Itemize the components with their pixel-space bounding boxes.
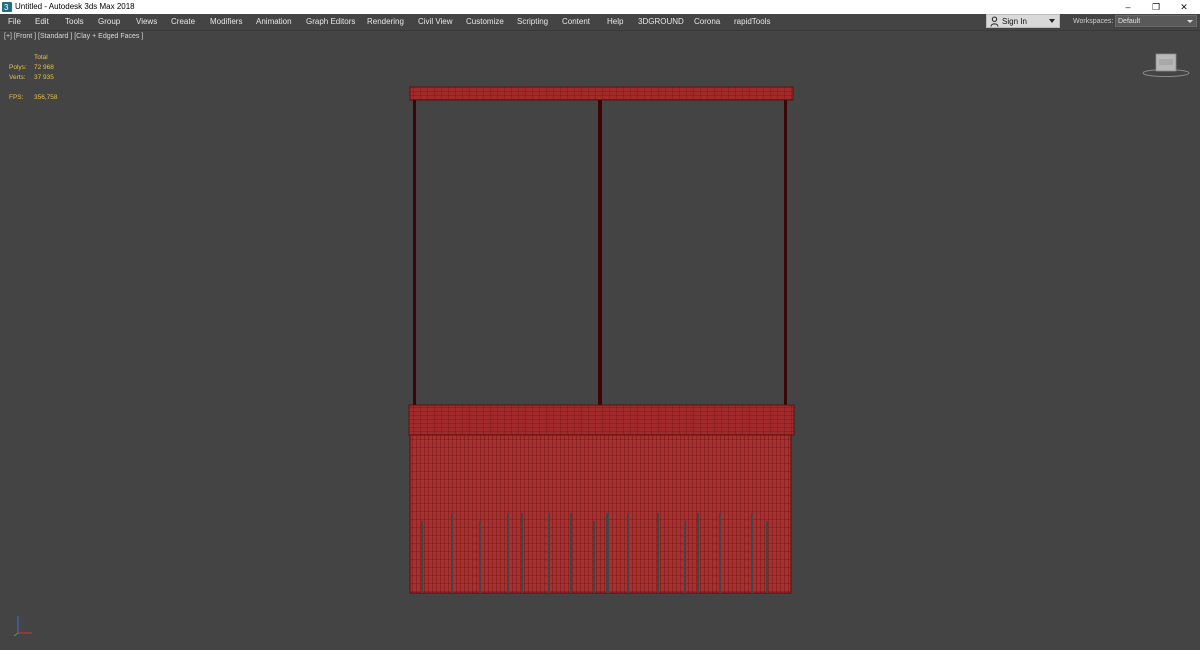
menu-content[interactable]: Content [562, 17, 590, 27]
user-icon [990, 16, 999, 27]
workspaces-select[interactable]: Default [1115, 15, 1197, 27]
front-viewport[interactable]: [+] [Front ] [Standard ] [Clay + Edged F… [0, 31, 1200, 650]
sign-in-dropdown[interactable]: Sign In [986, 14, 1060, 28]
hanging-strands [409, 434, 792, 594]
sign-in-label: Sign In [1002, 17, 1027, 26]
menu-rapidtools[interactable]: rapidTools [734, 17, 770, 27]
menu-3dground[interactable]: 3DGROUND [638, 17, 684, 27]
menu-create[interactable]: Create [171, 17, 195, 27]
menu-corona[interactable]: Corona [694, 17, 720, 27]
workspace-value: Default [1118, 18, 1141, 25]
minimize-button[interactable]: – [1114, 0, 1142, 14]
menu-edit[interactable]: Edit [35, 17, 49, 27]
base-ring [408, 404, 795, 436]
menu-graph-editors[interactable]: Graph Editors [306, 17, 355, 27]
suspension-rod-center [598, 100, 602, 405]
top-ring [409, 86, 794, 101]
restore-button[interactable]: ❐ [1142, 0, 1170, 14]
menu-civil-view[interactable]: Civil View [418, 17, 453, 27]
close-button[interactable]: ✕ [1170, 0, 1198, 14]
chevron-down-icon [1187, 20, 1193, 23]
menu-rendering[interactable]: Rendering [367, 17, 404, 27]
close-icon: ✕ [1180, 2, 1188, 12]
menu-views[interactable]: Views [136, 17, 157, 27]
minimize-icon: – [1125, 2, 1131, 12]
window-title: Untitled - Autodesk 3ds Max 2018 [15, 2, 135, 11]
title-bar: 3 Untitled - Autodesk 3ds Max 2018 – ❐ ✕ [0, 0, 1200, 14]
menu-scripting[interactable]: Scripting [517, 17, 548, 27]
chandelier-model[interactable] [0, 31, 1200, 650]
menu-help[interactable]: Help [607, 17, 623, 27]
suspension-rod-right [784, 100, 787, 405]
chevron-down-icon [1049, 19, 1055, 23]
menu-animation[interactable]: Animation [256, 17, 292, 27]
menu-customize[interactable]: Customize [466, 17, 504, 27]
menu-group[interactable]: Group [98, 17, 120, 27]
menu-modifiers[interactable]: Modifiers [210, 17, 242, 27]
restore-icon: ❐ [1151, 2, 1161, 12]
workspaces-label: Workspaces: [1073, 18, 1114, 25]
suspension-rod-left [413, 100, 416, 405]
menu-file[interactable]: File [8, 17, 21, 27]
svg-text:3: 3 [4, 3, 9, 12]
menu-tools[interactable]: Tools [65, 17, 84, 27]
3ds-max-app-icon: 3 [2, 2, 12, 12]
